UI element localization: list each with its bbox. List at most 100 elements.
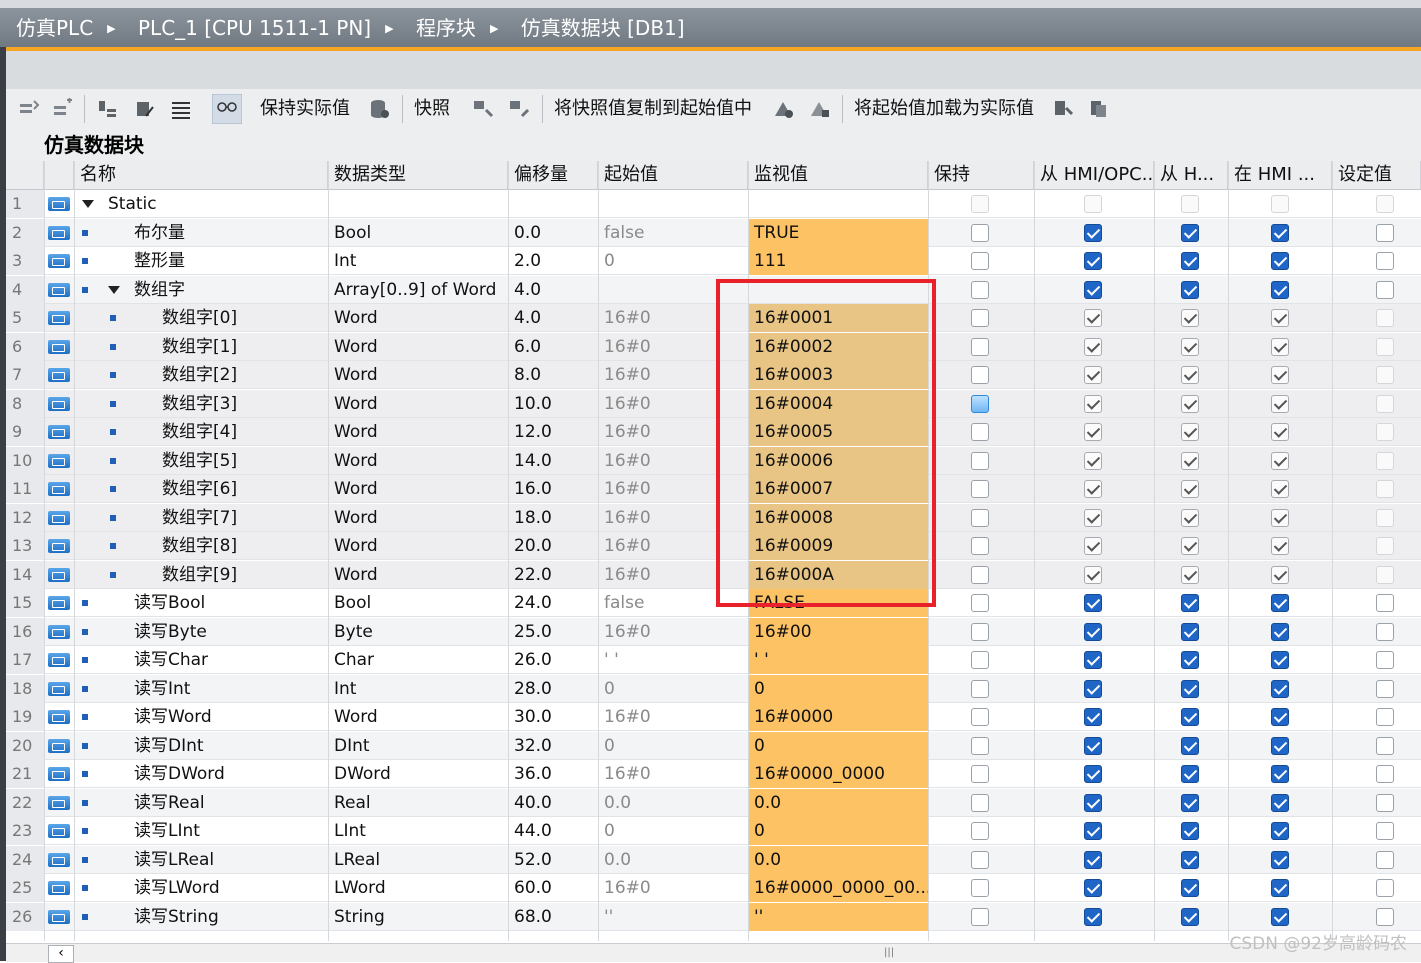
start-value[interactable]: 0.0 bbox=[598, 789, 748, 817]
edit-list-icon[interactable] bbox=[134, 98, 156, 120]
in-hmi-checkbox[interactable] bbox=[1271, 508, 1289, 527]
snapshot-upload-icon[interactable] bbox=[508, 98, 530, 120]
from-hmi-checkbox[interactable] bbox=[1084, 537, 1102, 555]
in-hmi-checkbox[interactable] bbox=[1271, 366, 1289, 384]
retain-checkbox[interactable] bbox=[971, 651, 989, 669]
start-value[interactable]: 16#0 bbox=[598, 703, 748, 731]
in-hmi-checkbox[interactable] bbox=[1271, 280, 1289, 299]
in-hmi-checkbox[interactable] bbox=[1271, 594, 1289, 612]
table-row[interactable]: 21 读写DWord DWord 36.0 16#0 16#0000_0000 bbox=[6, 760, 1421, 788]
retain-checkbox[interactable] bbox=[971, 195, 989, 213]
from-hmi-checkbox[interactable] bbox=[1084, 309, 1102, 327]
in-hmi-checkbox[interactable] bbox=[1271, 907, 1289, 926]
setpoint-checkbox[interactable] bbox=[1376, 850, 1394, 869]
table-row[interactable]: 18 读写Int Int 28.0 0 0 bbox=[6, 674, 1421, 703]
horizontal-scrollbar[interactable]: ‹ ||| bbox=[6, 943, 1421, 963]
snapshot-download-icon[interactable] bbox=[472, 98, 494, 120]
retain-checkbox[interactable] bbox=[971, 537, 989, 555]
monitor-value[interactable]: TRUE bbox=[748, 218, 928, 247]
start-value[interactable]: 0 bbox=[598, 247, 748, 275]
from-h-checkbox[interactable] bbox=[1181, 907, 1199, 926]
variable-name[interactable]: 读写DInt bbox=[128, 732, 328, 760]
copy-snapshot-button[interactable]: 将快照值复制到起始值中 bbox=[554, 89, 752, 129]
data-type[interactable]: Word bbox=[328, 333, 508, 361]
from-h-checkbox[interactable] bbox=[1181, 195, 1199, 213]
scroll-grip-icon[interactable]: ||| bbox=[884, 948, 894, 958]
setpoint-checkbox[interactable] bbox=[1376, 537, 1394, 555]
start-value[interactable]: 16#0 bbox=[598, 874, 748, 902]
variable-name[interactable]: 数组字[9] bbox=[156, 561, 328, 589]
from-h-checkbox[interactable] bbox=[1181, 223, 1199, 242]
data-type[interactable]: Word bbox=[328, 703, 508, 731]
load-all-icon[interactable] bbox=[1088, 98, 1110, 120]
monitor-value[interactable] bbox=[748, 190, 928, 218]
variable-name[interactable]: 读写LInt bbox=[128, 817, 328, 845]
in-hmi-checkbox[interactable] bbox=[1271, 223, 1289, 242]
in-hmi-checkbox[interactable] bbox=[1271, 651, 1289, 669]
in-hmi-checkbox[interactable] bbox=[1271, 451, 1289, 470]
monitor-value[interactable]: 16#00 bbox=[748, 617, 928, 646]
header-from-h[interactable]: 从 H... bbox=[1154, 161, 1228, 189]
from-h-checkbox[interactable] bbox=[1181, 565, 1199, 584]
table-row[interactable]: 16 读写Byte Byte 25.0 16#0 16#00 bbox=[6, 617, 1421, 646]
from-hmi-checkbox[interactable] bbox=[1084, 223, 1102, 242]
in-hmi-checkbox[interactable] bbox=[1271, 309, 1289, 327]
variable-name[interactable]: 读写Byte bbox=[128, 618, 328, 646]
from-hmi-checkbox[interactable] bbox=[1084, 195, 1102, 213]
table-row[interactable]: 8 数组字[3] Word 10.0 16#0 16#0004 bbox=[6, 389, 1421, 418]
expand-arrow-icon[interactable] bbox=[108, 285, 120, 294]
variable-name[interactable]: 布尔量 bbox=[128, 219, 328, 247]
table-row[interactable]: 23 读写LInt LInt 44.0 0 0 bbox=[6, 817, 1421, 845]
setpoint-checkbox[interactable] bbox=[1376, 480, 1394, 498]
variable-name[interactable]: 读写String bbox=[128, 903, 328, 931]
expand-arrow-icon[interactable] bbox=[82, 200, 94, 208]
variable-name[interactable]: 读写Int bbox=[128, 675, 328, 703]
in-hmi-checkbox[interactable] bbox=[1271, 850, 1289, 869]
chevron-left-icon[interactable]: ‹ bbox=[48, 945, 74, 963]
in-hmi-checkbox[interactable] bbox=[1271, 394, 1289, 413]
data-type[interactable]: Word bbox=[328, 418, 508, 446]
from-hmi-checkbox[interactable] bbox=[1084, 679, 1102, 698]
start-value[interactable]: 0 bbox=[598, 675, 748, 703]
start-value[interactable]: false bbox=[598, 219, 748, 247]
header-in-hmi[interactable]: 在 HMI ... bbox=[1228, 161, 1332, 189]
table-row[interactable]: 1 Static bbox=[6, 190, 1421, 218]
retain-checkbox[interactable] bbox=[971, 879, 989, 897]
header-start-value[interactable]: 起始值 bbox=[598, 161, 748, 189]
table-row[interactable]: 25 读写LWord LWord 60.0 16#0 16#0000_0000_00... bbox=[6, 874, 1421, 902]
list-icon[interactable] bbox=[170, 98, 192, 120]
retain-checkbox[interactable] bbox=[971, 622, 989, 641]
retain-checkbox[interactable] bbox=[971, 508, 989, 527]
table-row[interactable]: 14 数组字[9] Word 22.0 16#0 16#000A bbox=[6, 560, 1421, 589]
start-value[interactable]: 16#0 bbox=[598, 618, 748, 646]
from-hmi-checkbox[interactable] bbox=[1084, 565, 1102, 584]
retain-checkbox[interactable] bbox=[971, 679, 989, 698]
from-hmi-checkbox[interactable] bbox=[1084, 451, 1102, 470]
monitor-value[interactable]: 16#0000 bbox=[748, 703, 928, 731]
data-type[interactable]: Word bbox=[328, 504, 508, 532]
variable-name[interactable]: 读写Char bbox=[128, 646, 328, 674]
header-retain[interactable]: 保持 bbox=[928, 161, 1034, 189]
setpoint-checkbox[interactable] bbox=[1376, 708, 1394, 726]
data-type[interactable]: Bool bbox=[328, 219, 508, 247]
table-row[interactable]: 15 读写Bool Bool 24.0 false FALSE bbox=[6, 589, 1421, 617]
setpoint-checkbox[interactable] bbox=[1376, 366, 1394, 384]
in-hmi-checkbox[interactable] bbox=[1271, 708, 1289, 726]
header-from-hmi[interactable]: 从 HMI/OPC... bbox=[1034, 161, 1154, 189]
monitor-value[interactable]: '' bbox=[748, 902, 928, 931]
from-hmi-checkbox[interactable] bbox=[1084, 907, 1102, 926]
from-hmi-checkbox[interactable] bbox=[1084, 366, 1102, 384]
retain-checkbox[interactable] bbox=[971, 907, 989, 926]
from-h-checkbox[interactable] bbox=[1181, 679, 1199, 698]
setpoint-checkbox[interactable] bbox=[1376, 736, 1394, 755]
from-hmi-checkbox[interactable] bbox=[1084, 337, 1102, 356]
variable-name[interactable]: 数组字[5] bbox=[156, 447, 328, 475]
data-type[interactable]: Char bbox=[328, 646, 508, 674]
variable-name[interactable]: 整形量 bbox=[128, 247, 328, 275]
from-hmi-checkbox[interactable] bbox=[1084, 252, 1102, 270]
from-h-checkbox[interactable] bbox=[1181, 879, 1199, 897]
from-hmi-checkbox[interactable] bbox=[1084, 651, 1102, 669]
data-type[interactable]: LReal bbox=[328, 846, 508, 874]
monitor-value[interactable]: 0 bbox=[748, 731, 928, 760]
data-type[interactable]: Word bbox=[328, 390, 508, 418]
